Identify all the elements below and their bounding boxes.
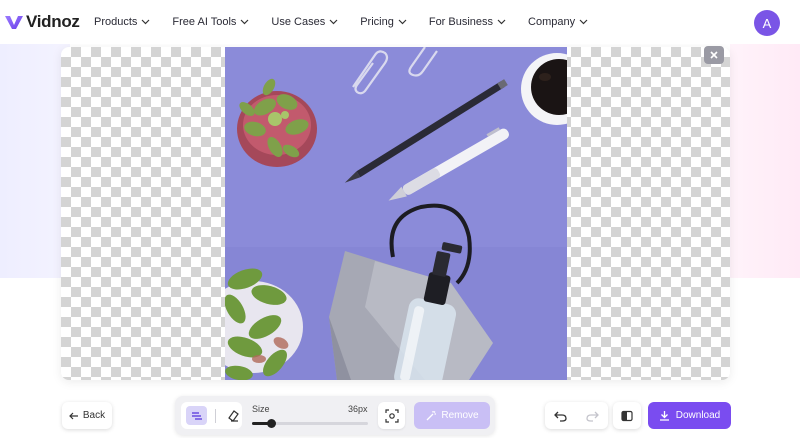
close-icon: [710, 51, 718, 59]
compare-button[interactable]: [613, 402, 641, 429]
auto-select-button[interactable]: [378, 402, 405, 429]
main-nav: Products Free AI Tools Use Cases Pricing…: [89, 16, 610, 28]
back-label: Back: [82, 410, 106, 421]
redo-icon: [586, 411, 599, 422]
nav-item-label: Pricing: [360, 16, 394, 28]
eraser-icon: [227, 410, 239, 422]
brush-tool-panel: Size 36px Remove: [175, 396, 495, 435]
tool-divider: [215, 408, 217, 423]
brush-size-slider[interactable]: [252, 419, 368, 428]
slider-thumb[interactable]: [266, 419, 276, 428]
nav-use-cases[interactable]: Use Cases: [271, 16, 338, 28]
magic-wand-icon: [426, 410, 437, 420]
back-button[interactable]: Back: [62, 402, 112, 429]
nav-company[interactable]: Company: [528, 16, 588, 28]
compare-icon: [621, 410, 633, 421]
top-header: Vidnoz Products Free AI Tools Use Cases …: [0, 0, 800, 44]
chevron-down-icon: [398, 19, 407, 25]
background-right-wash: [730, 44, 800, 278]
nav-free-ai-tools[interactable]: Free AI Tools: [172, 16, 249, 28]
nav-products[interactable]: Products: [94, 16, 150, 28]
download-button[interactable]: Download: [648, 402, 731, 429]
chevron-down-icon: [141, 19, 150, 25]
brush-mode-group: [181, 402, 242, 429]
size-value: 36px: [348, 404, 368, 414]
download-icon: [659, 411, 669, 421]
arrow-left-icon: [69, 412, 78, 419]
restore-brush-button[interactable]: [186, 406, 208, 425]
photo-illustration: [225, 47, 567, 380]
remove-button[interactable]: Remove: [414, 402, 490, 429]
undo-button[interactable]: [551, 406, 571, 426]
nav-item-label: Free AI Tools: [172, 16, 237, 28]
chevron-down-icon: [240, 19, 249, 25]
remove-label: Remove: [441, 410, 479, 421]
undo-icon: [554, 411, 567, 422]
user-avatar[interactable]: A: [754, 10, 780, 36]
nav-item-label: Products: [94, 16, 138, 28]
download-label: Download: [675, 410, 721, 421]
vidnoz-logo[interactable]: Vidnoz: [4, 12, 84, 32]
history-controls: [545, 402, 608, 429]
redo-button[interactable]: [582, 406, 602, 426]
chevron-down-icon: [497, 19, 506, 25]
chevron-down-icon: [579, 19, 588, 25]
nav-pricing[interactable]: Pricing: [360, 16, 407, 28]
vidnoz-logo-icon: [5, 16, 23, 29]
nav-item-label: For Business: [428, 16, 494, 28]
focus-frame-icon: [384, 408, 399, 423]
editor-canvas[interactable]: [61, 47, 730, 380]
background-left-wash: [0, 44, 70, 278]
close-button[interactable]: [704, 46, 724, 64]
nav-for-business[interactable]: For Business: [429, 16, 506, 28]
chevron-down-icon: [329, 19, 338, 25]
logo-text: Vidnoz: [26, 12, 80, 31]
nav-item-label: Company: [528, 16, 576, 28]
size-label: Size: [252, 404, 270, 414]
eraser-button[interactable]: [224, 407, 242, 425]
product-photo-image: [225, 47, 567, 380]
nav-item-label: Use Cases: [271, 16, 326, 28]
brush-icon: [191, 411, 202, 420]
